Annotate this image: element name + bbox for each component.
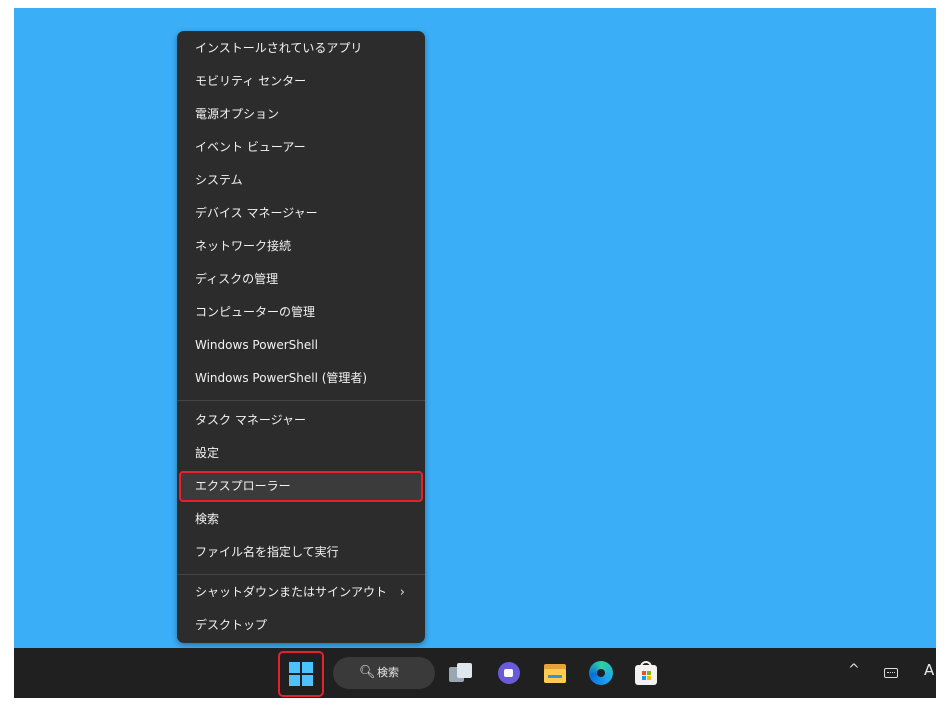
task-view-icon[interactable] [449, 661, 473, 685]
taskbar [14, 648, 936, 698]
menu-item-disk-management[interactable]: ディスクの管理 [181, 264, 421, 295]
search-label: 検索 [377, 666, 399, 679]
menu-item-label: シャットダウンまたはサインアウト [195, 585, 388, 599]
menu-separator [177, 574, 425, 575]
start-context-menu: インストールされているアプリ モビリティ センター 電源オプション イベント ビ… [177, 31, 425, 643]
taskbar-search-button[interactable]: 🔍︎ 検索 [333, 657, 435, 689]
menu-separator [177, 400, 425, 401]
menu-item-computer-management[interactable]: コンピューターの管理 [181, 297, 421, 328]
menu-item-task-manager[interactable]: タスク マネージャー [181, 405, 421, 436]
tray-overflow-chevron-icon[interactable]: ^ [848, 662, 860, 678]
menu-item-network-connections[interactable]: ネットワーク接続 [181, 231, 421, 262]
ime-indicator[interactable]: A [924, 661, 936, 679]
touch-keyboard-icon[interactable] [884, 668, 898, 678]
menu-item-power-options[interactable]: 電源オプション [181, 99, 421, 130]
menu-item-settings[interactable]: 設定 [181, 438, 421, 469]
menu-item-installed-apps[interactable]: インストールされているアプリ [181, 33, 421, 64]
windows-start-icon [289, 662, 313, 686]
file-explorer-icon[interactable] [543, 661, 567, 685]
menu-item-system[interactable]: システム [181, 165, 421, 196]
menu-item-mobility-center[interactable]: モビリティ センター [181, 66, 421, 97]
chat-icon[interactable] [497, 661, 521, 685]
menu-item-powershell-admin[interactable]: Windows PowerShell (管理者) [181, 363, 421, 394]
menu-item-event-viewer[interactable]: イベント ビューアー [181, 132, 421, 163]
menu-item-device-manager[interactable]: デバイス マネージャー [181, 198, 421, 229]
menu-item-search[interactable]: 検索 [181, 504, 421, 535]
store-icon[interactable] [634, 661, 658, 685]
menu-item-desktop[interactable]: デスクトップ [181, 610, 421, 641]
menu-item-powershell[interactable]: Windows PowerShell [181, 330, 421, 361]
desktop [14, 8, 936, 648]
menu-item-file-explorer[interactable]: エクスプローラー [179, 471, 423, 502]
menu-item-shutdown-signout[interactable]: シャットダウンまたはサインアウト › [181, 577, 421, 608]
menu-item-run[interactable]: ファイル名を指定して実行 [181, 537, 421, 568]
submenu-chevron-icon: › [399, 585, 405, 600]
search-icon: 🔍︎ [359, 665, 376, 680]
edge-icon[interactable] [589, 661, 613, 685]
